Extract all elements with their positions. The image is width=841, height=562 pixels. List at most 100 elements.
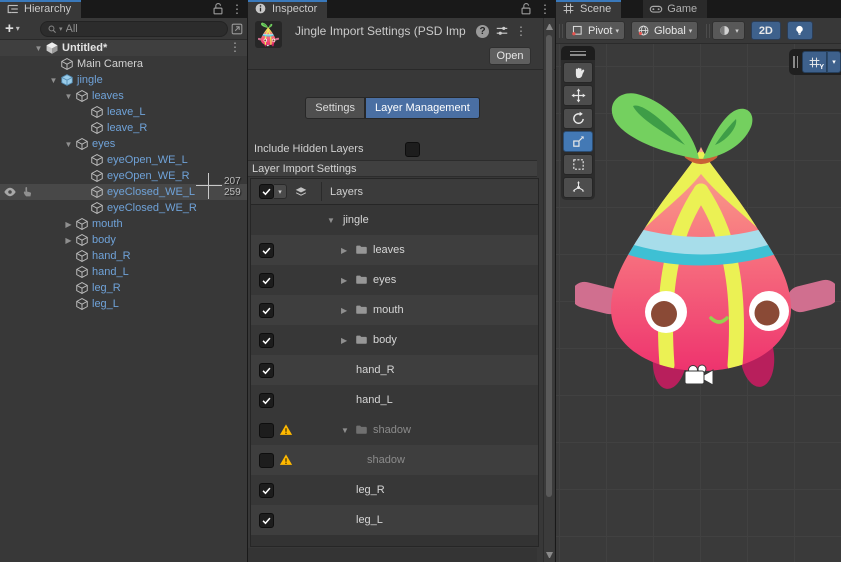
hierarchy-item-leaves[interactable]: ▼ leaves	[0, 88, 247, 104]
hierarchy-item-eyeopen-we-l[interactable]: eyeOpen_WE_L	[0, 152, 247, 168]
hierarchy-item-body[interactable]: ▶ body	[0, 232, 247, 248]
tab-settings[interactable]: Settings	[305, 97, 365, 119]
presets-icon[interactable]	[495, 24, 509, 38]
warning-icon	[279, 423, 293, 437]
layer-checkbox[interactable]	[259, 243, 274, 258]
pickability-hand-icon[interactable]	[21, 185, 35, 199]
scale-tool-button[interactable]	[563, 131, 593, 152]
toggle-2d-button[interactable]: 2D	[751, 21, 781, 40]
hierarchy-item-eyeopen-we-r[interactable]: eyeOpen_WE_R	[0, 168, 247, 184]
grid-options-caret[interactable]: ▾	[827, 51, 841, 73]
hierarchy-item-eyes[interactable]: ▼ eyes	[0, 136, 247, 152]
rect-tool-button[interactable]	[563, 154, 593, 175]
grid-toggle-button[interactable]: Y	[802, 51, 827, 73]
foldout-closed-icon[interactable]: ▶	[341, 336, 347, 345]
select-all-caret-icon[interactable]: ▾	[274, 184, 287, 199]
foldout-closed-icon[interactable]: ▶	[62, 220, 75, 229]
layer-checkbox[interactable]	[259, 513, 274, 528]
overlay-drag-handle[interactable]	[793, 56, 798, 68]
layer-row-leg-r[interactable]: leg_R	[251, 475, 538, 505]
globe-icon	[637, 24, 651, 38]
tab-game[interactable]: Game	[643, 0, 707, 18]
panel-menu-icon[interactable]: ⋮	[539, 3, 551, 15]
scroll-up-icon[interactable]	[546, 24, 553, 30]
layer-row-body[interactable]: ▶ body	[251, 325, 538, 355]
layer-row-hand-r[interactable]: hand_R	[251, 355, 538, 385]
transform-tool-button[interactable]	[563, 177, 593, 198]
visibility-eye-icon[interactable]	[3, 185, 17, 199]
tab-scene[interactable]: Scene	[556, 0, 621, 18]
search-window-icon[interactable]	[230, 22, 244, 36]
create-object-button[interactable]: + ▾	[5, 21, 20, 36]
tab-inspector[interactable]: Inspector	[248, 0, 327, 18]
overlay-drag-handle[interactable]	[561, 46, 595, 60]
layer-row-leaves[interactable]: ▶ leaves	[251, 235, 538, 265]
hierarchy-item-hand-l[interactable]: hand_L	[0, 264, 247, 280]
foldout-open-icon[interactable]: ▼	[62, 92, 75, 101]
inspector-scrollbar[interactable]	[543, 18, 554, 562]
layer-checkbox[interactable]	[259, 363, 274, 378]
lock-icon[interactable]	[519, 2, 533, 16]
search-filter-caret-icon[interactable]: ▾	[59, 25, 63, 33]
layer-checkbox[interactable]	[259, 483, 274, 498]
jingle-character-sprite[interactable]	[575, 85, 835, 395]
layer-row-shadow-group[interactable]: ▼ shadow	[251, 415, 538, 445]
panel-menu-icon[interactable]: ⋮	[231, 3, 243, 15]
chevron-down-icon: ▾	[615, 27, 619, 35]
scene-viewport[interactable]: Y ▾	[556, 44, 841, 562]
hierarchy-item-mouth[interactable]: ▶ mouth	[0, 216, 247, 232]
include-hidden-layers-checkbox[interactable]	[405, 142, 420, 157]
layer-checkbox[interactable]	[259, 453, 274, 468]
help-icon[interactable]: ?	[476, 25, 489, 38]
layer-checkbox[interactable]	[259, 393, 274, 408]
layer-checkbox[interactable]	[259, 273, 274, 288]
move-tool-button[interactable]	[563, 85, 593, 106]
foldout-open-icon[interactable]: ▼	[327, 216, 335, 225]
open-button[interactable]: Open	[489, 47, 531, 65]
hierarchy-item-leave-l[interactable]: leave_L	[0, 104, 247, 120]
layer-checkbox[interactable]	[259, 333, 274, 348]
pivot-dropdown[interactable]: Pivot ▾	[565, 21, 625, 40]
shading-mode-dropdown[interactable]: ▾	[712, 21, 745, 40]
hierarchy-item-hand-r[interactable]: hand_R	[0, 248, 247, 264]
tab-layer-management[interactable]: Layer Management	[365, 97, 480, 119]
header-menu-icon[interactable]: ⋮	[515, 25, 527, 37]
tab-hierarchy[interactable]: Hierarchy	[0, 0, 81, 18]
global-dropdown[interactable]: Global ▾	[631, 21, 698, 40]
search-input[interactable]	[66, 23, 221, 35]
layer-row-hand-l[interactable]: hand_L	[251, 385, 538, 415]
layer-checkbox[interactable]	[259, 303, 274, 318]
hierarchy-item-eyeclosed-we-r[interactable]: eyeClosed_WE_R	[0, 200, 247, 216]
hierarchy-item-jingle[interactable]: ▼ jingle	[0, 72, 247, 88]
foldout-open-icon[interactable]: ▼	[62, 140, 75, 149]
layer-row-shadow[interactable]: shadow	[251, 445, 538, 475]
layer-row-mouth[interactable]: ▶ mouth	[251, 295, 538, 325]
hierarchy-item-eyeclosed-we-l[interactable]: eyeClosed_WE_L	[0, 184, 247, 200]
view-hand-tool-button[interactable]	[563, 62, 593, 83]
inspector-panel: Inspector ⋮ Jingle Import Settings (PSD …	[248, 0, 555, 562]
layer-row-leg-l[interactable]: leg_L	[251, 505, 538, 535]
scroll-down-icon[interactable]	[546, 552, 553, 558]
layer-row-jingle[interactable]: ▼ jingle	[251, 205, 538, 235]
foldout-closed-icon[interactable]: ▶	[62, 236, 75, 245]
scene-lighting-button[interactable]	[787, 21, 813, 40]
foldout-closed-icon[interactable]: ▶	[341, 306, 347, 315]
select-all-checkbox[interactable]	[259, 184, 274, 199]
foldout-open-icon[interactable]: ▼	[47, 76, 60, 85]
hierarchy-search[interactable]: ▾	[40, 21, 228, 37]
foldout-open-icon[interactable]: ▼	[32, 44, 45, 53]
lock-icon[interactable]	[211, 2, 225, 16]
scrollbar-thumb[interactable]	[546, 35, 552, 497]
hierarchy-item-main-camera[interactable]: Main Camera	[0, 56, 247, 72]
foldout-open-icon[interactable]: ▼	[341, 426, 349, 435]
hierarchy-item-leg-l[interactable]: leg_L	[0, 296, 247, 312]
foldout-closed-icon[interactable]: ▶	[341, 246, 347, 255]
rotate-tool-button[interactable]	[563, 108, 593, 129]
layer-row-eyes[interactable]: ▶ eyes	[251, 265, 538, 295]
foldout-closed-icon[interactable]: ▶	[341, 276, 347, 285]
hierarchy-item-leg-r[interactable]: leg_R	[0, 280, 247, 296]
hierarchy-item-scene[interactable]: ▼ Untitled* ⋮	[0, 40, 247, 56]
scene-menu-icon[interactable]: ⋮	[229, 41, 241, 53]
layer-checkbox[interactable]	[259, 423, 274, 438]
hierarchy-item-leave-r[interactable]: leave_R	[0, 120, 247, 136]
